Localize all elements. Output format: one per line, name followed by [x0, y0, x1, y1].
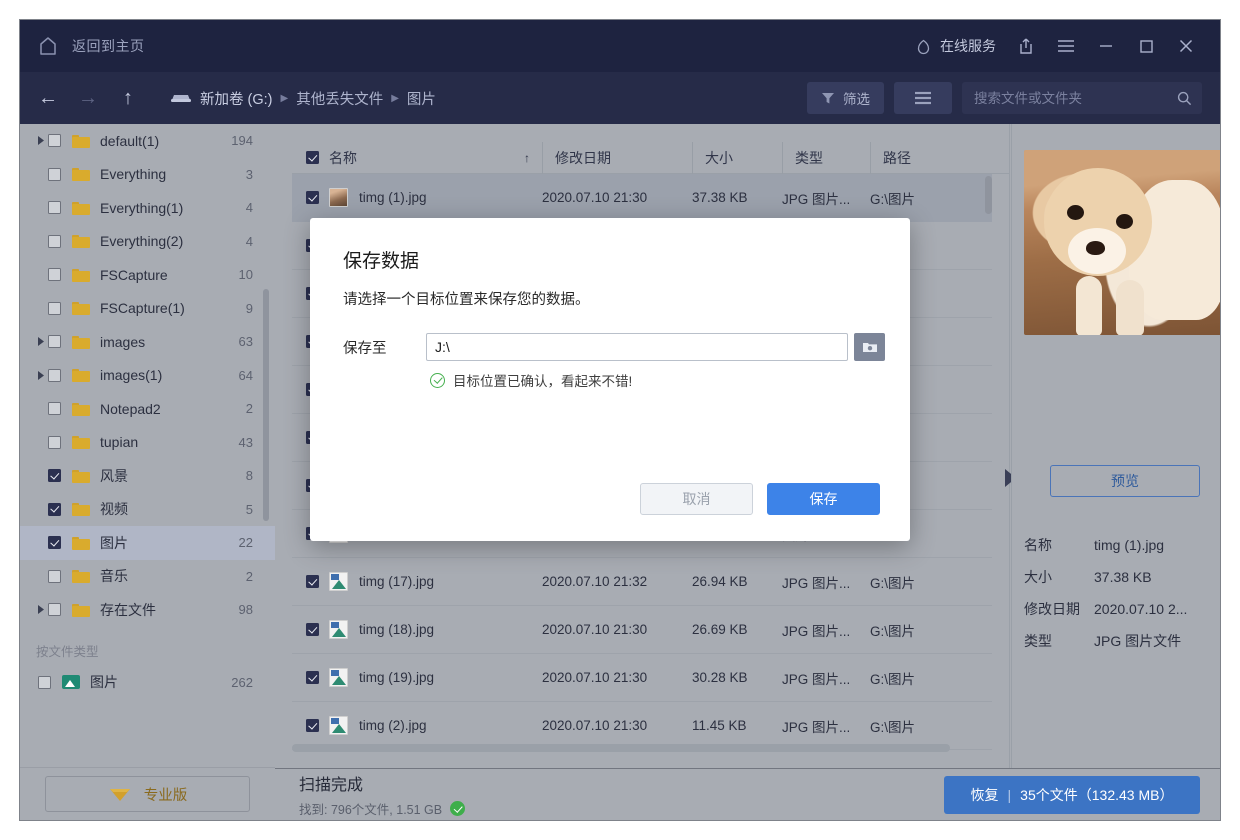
cancel-button[interactable]: 取消 [640, 483, 753, 515]
save-button[interactable]: 保存 [767, 483, 880, 515]
save-path-field: 保存至 [343, 333, 885, 361]
dialog-actions: 取消 保存 [640, 483, 880, 515]
check-circle-icon [430, 373, 445, 388]
save-path-input-wrap [426, 333, 885, 361]
app-window: 返回到主页 在线服务 ← → ↑ [20, 20, 1220, 820]
dialog-description: 请选择一个目标位置来保存您的数据。 [343, 288, 590, 309]
save-button-label: 保存 [810, 489, 838, 509]
folder-browse-icon[interactable] [854, 333, 885, 361]
save-path-input[interactable] [426, 333, 848, 361]
dialog-title: 保存数据 [343, 246, 419, 273]
save-data-dialog: 保存数据 请选择一个目标位置来保存您的数据。 保存至 目标位置已确认，看起来不错… [310, 218, 910, 541]
save-path-label: 保存至 [343, 337, 426, 358]
save-path-status-text: 目标位置已确认，看起来不错! [453, 370, 632, 390]
save-path-status: 目标位置已确认，看起来不错! [430, 370, 632, 390]
cancel-button-label: 取消 [683, 489, 711, 509]
